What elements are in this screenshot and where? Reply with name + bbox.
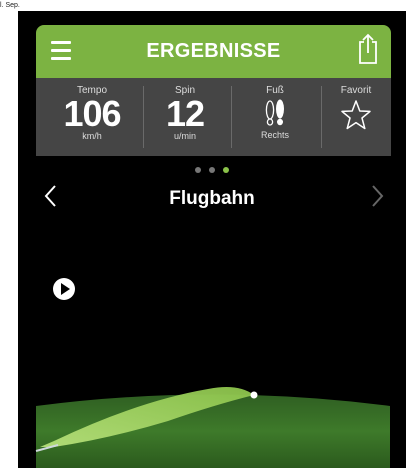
spin-value: 12 [165,93,205,134]
stat-foot: Fuß Rechts [236,78,314,156]
app-screen: ERGEBNISSE Tempo 106 km/h Spin 12 u/min … [18,11,406,468]
foot-label: Fuß [266,85,284,96]
stat-spin: Spin 12 u/min [148,78,222,156]
play-icon[interactable] [53,278,75,300]
divider [321,86,322,148]
results-header: ERGEBNISSE [36,25,391,78]
spin-unit: u/min [173,131,196,141]
chevron-right-icon[interactable] [370,184,384,213]
footprints-icon [236,96,314,132]
edge-date-label: l. Sep. [0,2,20,9]
share-icon[interactable] [357,33,379,65]
stat-favorite: Favorit [323,78,389,156]
section-nav: Flugbahn [18,184,406,214]
page-dot-active[interactable] [223,167,229,173]
trajectory-field [18,361,406,468]
foot-value: Rechts [260,130,289,140]
star-outline-icon[interactable] [323,99,389,136]
ball-marker [250,391,258,399]
page-dot[interactable] [209,167,215,173]
divider [143,86,144,148]
section-title: Flugbahn [169,188,255,209]
page-title: ERGEBNISSE [146,40,281,62]
page-dot[interactable] [195,167,201,173]
favorite-label: Favorit [340,85,372,96]
tempo-value: 106 [63,93,121,134]
page-indicator [18,160,406,178]
divider [231,86,232,148]
stats-panel: Tempo 106 km/h Spin 12 u/min Fuß Rechts [36,78,391,156]
stat-tempo: Tempo 106 km/h [52,78,132,156]
